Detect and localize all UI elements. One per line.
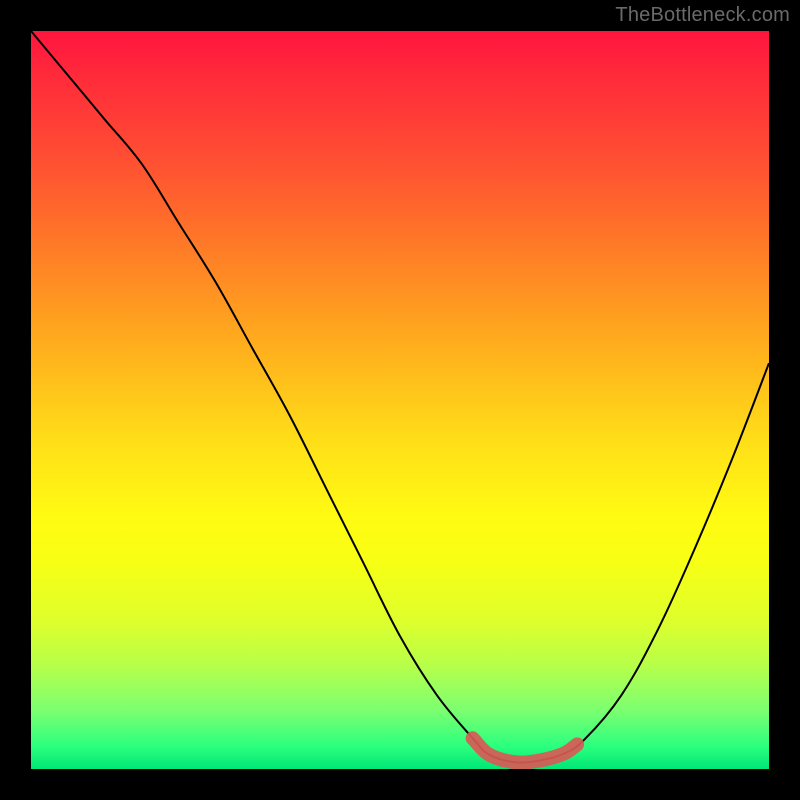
chart-stage: TheBottleneck.com xyxy=(0,0,800,800)
plot-svg xyxy=(31,31,769,769)
bottleneck-curve xyxy=(31,31,769,763)
optimal-zone-band xyxy=(473,738,578,762)
watermark-text: TheBottleneck.com xyxy=(615,4,790,27)
plot-area xyxy=(31,31,769,769)
